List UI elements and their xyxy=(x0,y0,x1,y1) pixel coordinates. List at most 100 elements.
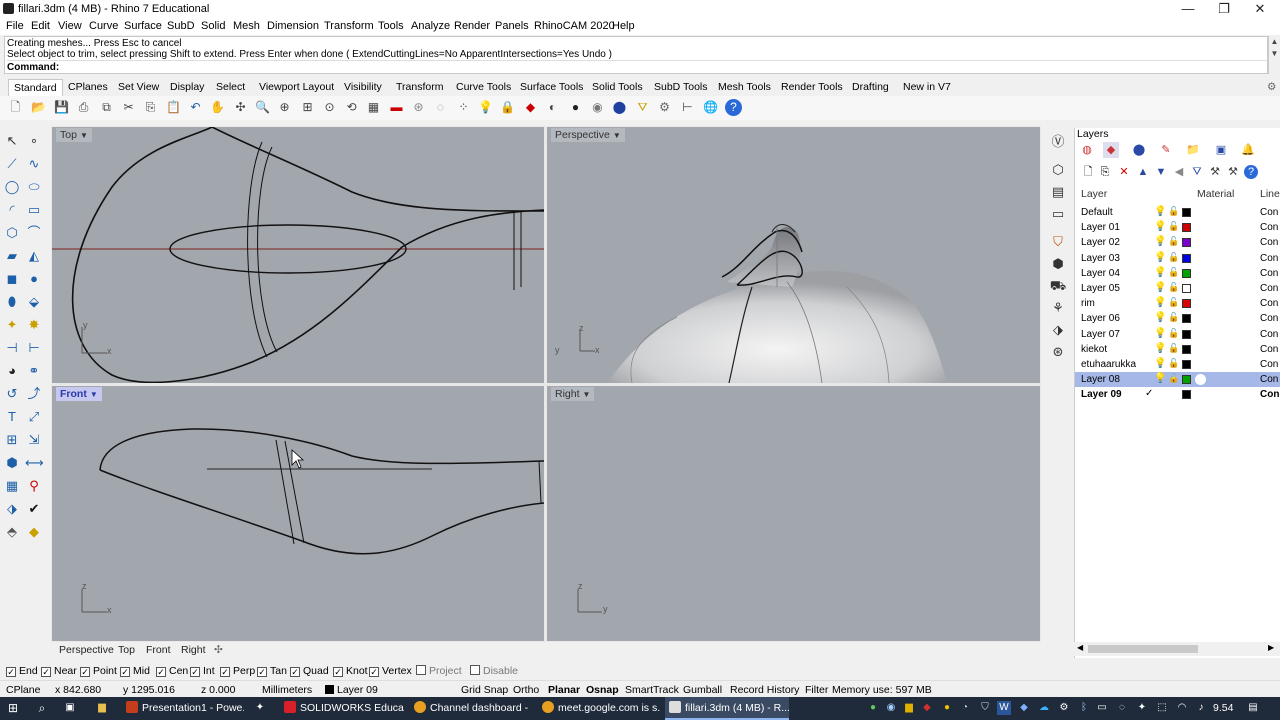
smarttrack-toggle[interactable]: SmartTrack xyxy=(625,684,679,696)
rotate-view-icon[interactable]: ✣ xyxy=(232,99,249,116)
dimension-tool-icon[interactable]: ⟷ xyxy=(25,454,44,472)
viewport-tab-right[interactable]: Right xyxy=(181,644,206,656)
render-icon[interactable]: ⬤ xyxy=(611,99,628,116)
command-prompt[interactable]: Command: xyxy=(7,60,1267,73)
polygon-icon[interactable]: ⬡ xyxy=(3,224,21,242)
block-icon[interactable]: ⬢ xyxy=(1048,254,1068,274)
task-view-icon[interactable]: ▣ xyxy=(63,701,77,715)
color-wheel-icon[interactable]: ◍ xyxy=(1079,142,1095,158)
point-icon[interactable]: ∘ xyxy=(25,132,43,150)
menu-render[interactable]: Render xyxy=(454,20,490,32)
osnap-point[interactable]: ✓ Point xyxy=(80,665,117,677)
layer-color-swatch[interactable] xyxy=(1182,314,1191,324)
viewport-right[interactable]: Right ▼ z y xyxy=(547,386,1040,641)
layer-row[interactable]: Layer 05 💡 🔓 Con xyxy=(1075,281,1280,296)
layer-states-icon[interactable]: ⚒ xyxy=(1226,165,1240,179)
open-file-icon[interactable]: 📂 xyxy=(30,99,47,116)
menu-tools[interactable]: Tools xyxy=(378,20,404,32)
osnap-perp[interactable]: ✓ Perp xyxy=(220,665,255,677)
windows-start-icon[interactable]: ⊞ xyxy=(6,701,20,715)
pinned-app-icon[interactable]: ✦ xyxy=(253,701,267,715)
tab-render-tools[interactable]: Render Tools xyxy=(776,79,848,96)
tab-subd-tools[interactable]: SubD Tools xyxy=(649,79,713,96)
layer-name[interactable]: kiekot xyxy=(1081,344,1107,355)
lock-icon[interactable]: 🔓 xyxy=(1168,343,1179,354)
layer-row[interactable]: Layer 08 💡 🔓 Con xyxy=(1075,372,1280,388)
files-tab-icon[interactable]: 📁 xyxy=(1185,142,1201,158)
layer-linetype[interactable]: Con xyxy=(1260,253,1278,264)
tray-bluetooth-icon[interactable]: ᛒ xyxy=(1077,701,1091,715)
volume-icon[interactable]: ♪ xyxy=(1194,701,1208,715)
light-bulb-icon[interactable]: 💡 xyxy=(1154,206,1166,217)
rectangle-icon[interactable]: ▭ xyxy=(25,201,43,219)
menu-view[interactable]: View xyxy=(58,20,82,32)
layer-color-swatch[interactable] xyxy=(1182,299,1191,309)
layer-linetype[interactable]: Con xyxy=(1260,283,1278,294)
zoom-icon[interactable]: 🔍 xyxy=(254,99,271,116)
viewport-label-perspective[interactable]: Perspective ▼ xyxy=(551,128,625,142)
properties-icon[interactable]: ◐ xyxy=(544,99,561,116)
layer-linetype[interactable]: Con xyxy=(1260,344,1278,355)
layer-row[interactable]: Layer 09 ✓ Con xyxy=(1075,387,1280,402)
move-left-icon[interactable]: ◀ xyxy=(1172,165,1186,179)
viewport-label-top[interactable]: Top ▼ xyxy=(56,128,92,142)
checkbox[interactable] xyxy=(470,665,480,675)
lock-icon[interactable]: 🔒 xyxy=(499,99,516,116)
viewport-top[interactable]: Top ▼ y x xyxy=(52,127,544,383)
grid-icon[interactable]: ▦ xyxy=(3,477,21,495)
box-icon[interactable]: ◼ xyxy=(3,270,21,288)
rebuild-icon[interactable]: ↺ xyxy=(3,385,21,403)
scroll-down-icon[interactable]: ▼ xyxy=(1269,48,1280,60)
layer-linetype[interactable]: Con xyxy=(1260,222,1278,233)
tray-app-icon[interactable]: ● xyxy=(866,701,880,715)
select-arrow-icon[interactable]: ↖ xyxy=(3,132,21,150)
osnap-int[interactable]: ✓ Int xyxy=(190,665,215,677)
osnap-mid[interactable]: ✓ Mid xyxy=(120,665,150,677)
zoom-extents-icon[interactable]: ⊞ xyxy=(299,99,316,116)
lock-icon[interactable]: 🔓 xyxy=(1168,267,1179,278)
layer-row[interactable]: kiekot 💡 🔓 Con xyxy=(1075,342,1280,357)
snapshot-icon[interactable]: ⊛ xyxy=(1048,342,1068,362)
checkbox[interactable]: ✓ xyxy=(333,667,343,677)
osnap-disable[interactable]: Disable xyxy=(470,665,518,677)
layer-color-swatch[interactable] xyxy=(1182,208,1191,217)
units[interactable]: Millimeters xyxy=(262,684,312,696)
taskbar-item-chrome-channel[interactable]: Channel dashboard - ... xyxy=(410,697,532,720)
layer-row[interactable]: Default 💡 🔓 Con xyxy=(1075,205,1280,220)
taskbar-item-rhino[interactable]: fillari.3dm (4 MB) - R... xyxy=(665,697,789,720)
tray-word-icon[interactable]: W xyxy=(997,701,1011,715)
osnap-knot[interactable]: ✓ Knot xyxy=(333,665,368,677)
history-icon[interactable]: ⚲ xyxy=(25,477,43,495)
checkbox[interactable]: ✓ xyxy=(257,667,267,677)
tab-select[interactable]: Select xyxy=(211,79,250,96)
trim-icon[interactable]: ⊢ xyxy=(25,339,43,357)
tab-mesh-tools[interactable]: Mesh Tools xyxy=(713,79,776,96)
offset-icon[interactable]: ⤴ xyxy=(25,385,43,403)
viewport-front[interactable]: Front ▼ z x xyxy=(52,386,544,641)
loft-icon[interactable]: ◭ xyxy=(25,247,43,265)
layer-name[interactable]: Layer 02 xyxy=(1081,237,1120,248)
undo-view-icon[interactable]: ⟲ xyxy=(343,99,360,116)
close-button[interactable]: ✕ xyxy=(1242,0,1278,18)
layer-color-swatch[interactable] xyxy=(1182,223,1191,233)
zoom-window-icon[interactable]: ⊕ xyxy=(276,99,293,116)
layer-linetype[interactable]: Con xyxy=(1260,389,1279,400)
tab-transform[interactable]: Transform xyxy=(391,79,448,96)
light-bulb-icon[interactable]: 💡 xyxy=(1154,297,1166,308)
settings-gear-icon[interactable]: ⚙ xyxy=(1262,79,1280,96)
print-icon[interactable]: ⎙ xyxy=(75,99,92,116)
boolean-icon[interactable]: ◕ xyxy=(3,362,21,380)
analyze-icon[interactable]: ⬗ xyxy=(3,500,21,518)
shaded-icon[interactable]: ● xyxy=(567,99,584,116)
layer-linetype[interactable]: Con xyxy=(1260,313,1278,324)
layer-linetype[interactable]: Con xyxy=(1260,268,1278,279)
undo-icon[interactable]: ↶ xyxy=(187,99,204,116)
new-layer-icon[interactable]: 🗋 xyxy=(1081,165,1095,179)
cut-icon[interactable]: ✂ xyxy=(120,99,137,116)
layer-linetype[interactable]: Con xyxy=(1260,359,1278,370)
help-icon[interactable]: ? xyxy=(725,99,742,116)
tab-drafting[interactable]: Drafting xyxy=(847,79,894,96)
notification-icon[interactable]: 🔔 xyxy=(1240,142,1256,158)
tab-display[interactable]: Display xyxy=(165,79,209,96)
paste-icon[interactable]: 📋 xyxy=(165,99,182,116)
